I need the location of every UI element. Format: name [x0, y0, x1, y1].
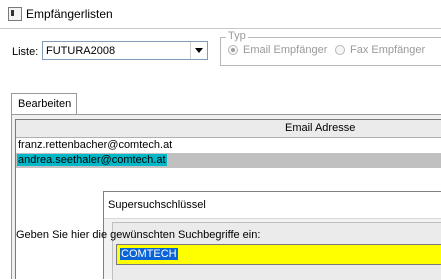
- liste-combobox[interactable]: FUTURA2008: [42, 41, 208, 60]
- list-row-selected[interactable]: andrea.seethaler@comtech.at: [16, 153, 441, 168]
- dialog-title: Supersuchschlüssel: [108, 199, 206, 211]
- email-recipient-label: Email Empfänger: [243, 44, 328, 56]
- liste-selected-value: FUTURA2008: [46, 45, 116, 57]
- window-title: Empfängerlisten: [26, 7, 113, 21]
- column-header-label: Email Adresse: [285, 122, 356, 134]
- dropdown-button[interactable]: [190, 42, 207, 59]
- app-window-icon: [8, 7, 22, 21]
- list-row[interactable]: franz.rettenbacher@comtech.at: [16, 138, 441, 153]
- fax-recipient-radio[interactable]: [335, 45, 345, 55]
- main-window: Empfängerlisten Liste: FUTURA2008 Typ Em…: [0, 0, 441, 280]
- tab-label: Bearbeiten: [18, 98, 72, 110]
- fax-recipient-label: Fax Empfänger: [350, 44, 426, 56]
- tab-bearbeiten[interactable]: Bearbeiten: [11, 93, 77, 115]
- title-bar[interactable]: Empfängerlisten: [0, 0, 441, 29]
- column-header-email[interactable]: Email Adresse: [16, 120, 441, 138]
- typ-legend: Typ: [226, 30, 248, 42]
- chevron-down-icon: [195, 48, 203, 53]
- email-cell: andrea.seethaler@comtech.at: [17, 154, 167, 166]
- liste-label: Liste:: [12, 46, 39, 58]
- dialog-title-bar[interactable]: Supersuchschlüssel: [104, 192, 441, 219]
- search-input[interactable]: COMTECH: [116, 244, 441, 265]
- email-cell: franz.rettenbacher@comtech.at: [18, 139, 173, 151]
- email-recipient-radio[interactable]: [228, 45, 238, 55]
- search-prompt-label: Geben Sie hier die gewünschten Suchbegri…: [16, 229, 261, 241]
- search-input-value: COMTECH: [120, 248, 178, 260]
